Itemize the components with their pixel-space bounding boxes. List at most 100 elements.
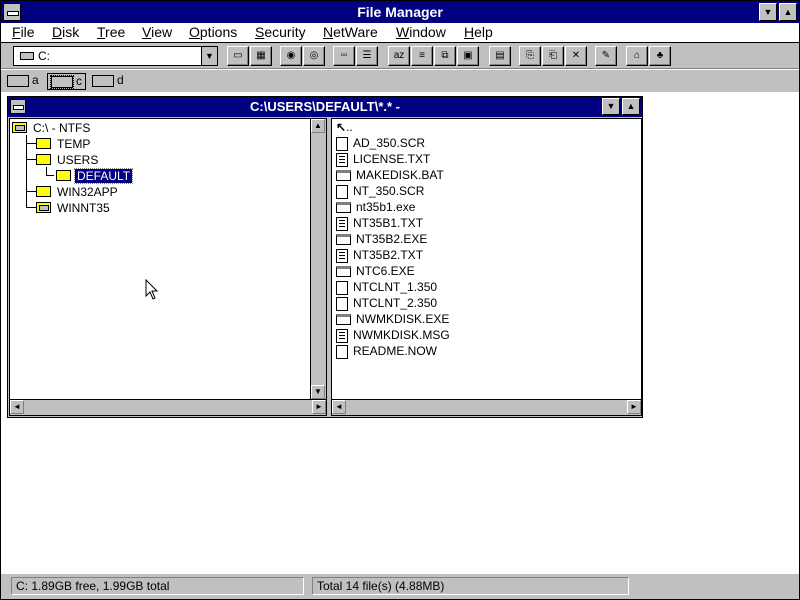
- menu-window[interactable]: Window: [396, 24, 446, 40]
- file-name: AD_350.SCR: [353, 136, 426, 150]
- menu-options[interactable]: Options: [189, 24, 237, 40]
- window-title: File Manager: [357, 4, 443, 20]
- file-list-item[interactable]: NT35B1.TXT: [336, 216, 423, 232]
- file-list-item[interactable]: README.NOW: [336, 344, 437, 360]
- file-name: NTCLNT_2.350: [353, 296, 438, 310]
- file-list-pane[interactable]: ↖.. AD_350.SCR LICENSE.TXT MAKEDISK.BAT NT_…: [331, 118, 642, 416]
- drive-select[interactable]: C: ▼: [13, 46, 218, 66]
- hard-drive-icon: [50, 74, 74, 89]
- sort-by-name-button[interactable]: az: [388, 46, 410, 66]
- menu-help[interactable]: Help: [464, 24, 493, 40]
- delete-button[interactable]: ✕: [565, 46, 587, 66]
- file-list-item[interactable]: nt35b1.exe: [336, 200, 415, 216]
- file-list-item[interactable]: MAKEDISK.BAT: [336, 168, 444, 184]
- scroll-left-button[interactable]: ◄: [332, 400, 346, 414]
- menu-bar: File Disk Tree View Options Security Net…: [1, 23, 799, 43]
- tree-item-win32app[interactable]: WIN32APP: [36, 184, 120, 200]
- up-arrow-icon: ↖: [336, 120, 347, 134]
- file-icon: [336, 280, 348, 295]
- scroll-up-button[interactable]: ▲: [311, 119, 325, 133]
- disconnect-drive-button[interactable]: ▦: [250, 46, 272, 66]
- directory-window: C:\USERS\DEFAULT\*.* - ▼ ▲ C:\ - NTFS TE…: [7, 96, 643, 418]
- directory-window-title: C:\USERS\DEFAULT\*.* -: [250, 99, 400, 114]
- scroll-right-button[interactable]: ►: [627, 400, 641, 414]
- file-list-item[interactable]: NTCLNT_2.350: [336, 296, 437, 312]
- file-name: nt35b1.exe: [356, 200, 416, 214]
- status-bar: C: 1.89GB free, 1.99GB total Total 14 fi…: [1, 573, 799, 599]
- program-file-icon: [336, 266, 351, 278]
- stop-sharing-button[interactable]: ◎: [303, 46, 325, 66]
- scroll-down-button[interactable]: ▼: [311, 385, 325, 399]
- disk-space-status: C: 1.89GB free, 1.99GB total: [11, 577, 304, 595]
- file-up-directory[interactable]: ↖..: [336, 120, 353, 136]
- minimize-button[interactable]: ▼: [759, 3, 777, 21]
- drive-a[interactable]: a: [7, 73, 39, 90]
- menu-file[interactable]: File: [12, 24, 35, 40]
- menu-security[interactable]: Security: [255, 24, 306, 40]
- menu-tree[interactable]: Tree: [97, 24, 125, 40]
- sort-by-date-button[interactable]: ▣: [457, 46, 479, 66]
- file-manager-window: File Manager ▼ ▲ File Disk Tree View Opt…: [0, 0, 800, 600]
- program-file-icon: [336, 202, 351, 214]
- document-file-icon: [336, 248, 348, 263]
- file-list-item[interactable]: NTCLNT_1.350: [336, 280, 437, 296]
- large-icons-view-button[interactable]: ▫▫: [333, 46, 355, 66]
- child-maximize-button[interactable]: ▲: [622, 98, 640, 115]
- share-as-button[interactable]: ◉: [280, 46, 302, 66]
- file-list-item[interactable]: NT35B2.EXE: [336, 232, 427, 248]
- file-icon: [336, 184, 348, 199]
- menu-disk[interactable]: Disk: [52, 24, 79, 40]
- drive-folder-icon: [12, 122, 27, 134]
- scroll-right-button[interactable]: ►: [312, 400, 326, 414]
- file-list-item[interactable]: NWMKDISK.MSG: [336, 328, 450, 344]
- file-list-item[interactable]: NT35B2.TXT: [336, 248, 423, 264]
- file-list-item[interactable]: LICENSE.TXT: [336, 152, 430, 168]
- menu-netware[interactable]: NetWare: [323, 24, 378, 40]
- file-name: NT35B1.TXT: [353, 216, 424, 230]
- program-file-icon: [336, 314, 351, 326]
- owner-button[interactable]: ♣: [649, 46, 671, 66]
- file-list-item[interactable]: AD_350.SCR: [336, 136, 425, 152]
- child-minimize-button[interactable]: ▼: [602, 98, 620, 115]
- directory-window-title-bar[interactable]: C:\USERS\DEFAULT\*.* - ▼ ▲: [8, 97, 642, 117]
- properties-button[interactable]: ✎: [595, 46, 617, 66]
- scroll-left-button[interactable]: ◄: [10, 400, 24, 414]
- sort-by-size-button[interactable]: ⧉: [434, 46, 456, 66]
- title-bar[interactable]: File Manager ▼ ▲: [1, 1, 799, 23]
- copy-button[interactable]: ⎘: [519, 46, 541, 66]
- drive-c[interactable]: c: [47, 73, 86, 90]
- new-window-button[interactable]: ▤: [489, 46, 511, 66]
- file-icon: [336, 344, 348, 359]
- tree-root[interactable]: C:\ - NTFS: [12, 120, 92, 136]
- file-list-item[interactable]: NTC6.EXE: [336, 264, 415, 280]
- file-name: NT_350.SCR: [353, 184, 425, 198]
- tree-item-users[interactable]: USERS: [36, 152, 100, 168]
- drive-d[interactable]: d: [92, 73, 124, 90]
- file-list-item[interactable]: NWMKDISK.EXE: [336, 312, 449, 328]
- tree-item-default[interactable]: DEFAULT: [56, 167, 134, 184]
- files-horizontal-scrollbar[interactable]: ◄ ►: [332, 399, 641, 415]
- tree-vertical-scrollbar[interactable]: ▲ ▼: [310, 119, 326, 399]
- maximize-button[interactable]: ▲: [779, 3, 797, 21]
- file-icon: [336, 136, 348, 151]
- menu-view[interactable]: View: [142, 24, 172, 40]
- connect-drive-button[interactable]: ▭: [227, 46, 249, 66]
- list-view-button[interactable]: ☰: [356, 46, 378, 66]
- file-list-item[interactable]: NT_350.SCR: [336, 184, 424, 200]
- mouse-cursor-icon: [145, 279, 159, 300]
- permissions-button[interactable]: ⌂: [626, 46, 648, 66]
- document-file-icon: [336, 152, 348, 167]
- file-name: MAKEDISK.BAT: [356, 168, 444, 182]
- directory-tree-pane[interactable]: C:\ - NTFS TEMP USERS DEFAULT WIN32APP W…: [9, 118, 327, 416]
- sort-by-type-button[interactable]: ≡: [411, 46, 433, 66]
- program-file-icon: [336, 170, 351, 182]
- file-name: README.NOW: [353, 344, 437, 358]
- move-button[interactable]: ⎗: [542, 46, 564, 66]
- folder-icon: [36, 202, 51, 214]
- toolbar: C: ▼ ▭ ▦ ◉ ◎ ▫▫ ☰ az ≡ ⧉ ▣ ▤ ⎘ ⎗ ✕ ✎ ⌂ ♣: [1, 43, 799, 69]
- document-file-icon: [336, 328, 348, 343]
- dropdown-arrow-icon[interactable]: ▼: [201, 47, 217, 65]
- tree-item-temp[interactable]: TEMP: [36, 136, 92, 152]
- tree-item-winnt35[interactable]: WINNT35: [36, 200, 112, 216]
- tree-horizontal-scrollbar[interactable]: ◄ ►: [10, 399, 326, 415]
